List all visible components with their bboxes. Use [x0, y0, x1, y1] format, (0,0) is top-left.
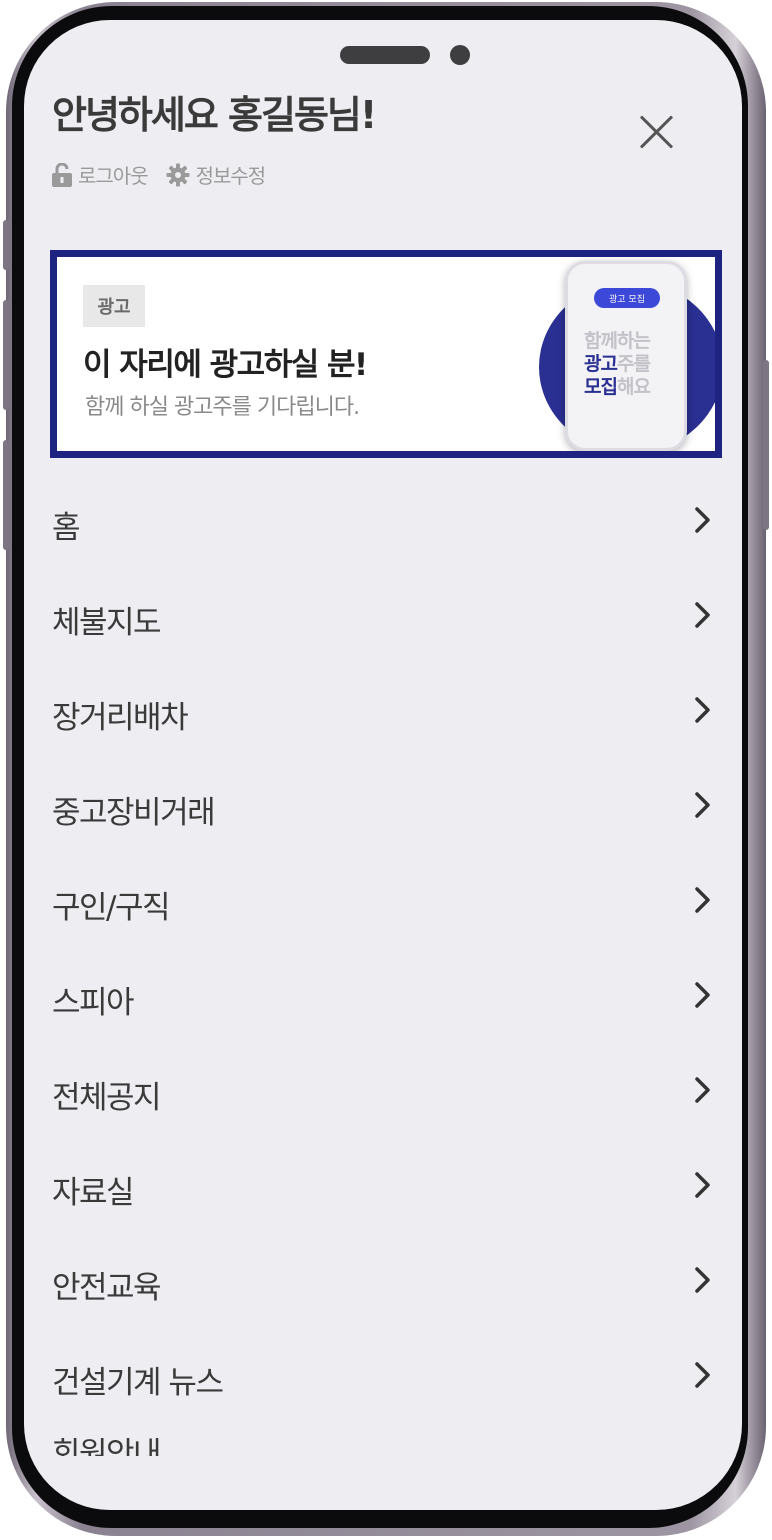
menu-item-label: 회원안내 [52, 1438, 162, 1456]
menu-item-jobs[interactable]: 구인/구직 [24, 852, 742, 947]
menu-item-wage-map[interactable]: 체불지도 [24, 567, 742, 662]
menu-item-label: 안전교육 [52, 1270, 162, 1306]
chevron-right-icon [695, 1077, 710, 1103]
ad-graphic-line3-dark: 모집 [584, 376, 618, 398]
menu-item-label: 체불지도 [52, 605, 162, 641]
menu-item-label: 전체공지 [52, 1080, 162, 1116]
menu-list: 홈 체불지도 장거리배차 중고장비거래 구인/구직 스피아 전체공지 자료실 안… [24, 472, 742, 1422]
chevron-right-icon [695, 1172, 710, 1198]
front-camera [450, 45, 470, 65]
menu-item-safety-education[interactable]: 안전교육 [24, 1232, 742, 1327]
ad-headline: 이 자리에 광고하실 분! [83, 347, 368, 383]
ad-graphic-line2-light: 주를 [616, 353, 651, 375]
ad-graphic-text: 함께하는 광고주를 모집해요 [584, 330, 651, 399]
menu-item-partial[interactable]: 회원안내 [52, 1438, 212, 1456]
menu-item-label: 중고장비거래 [52, 795, 216, 831]
menu-item-label: 홈 [52, 510, 81, 546]
ad-phone-illustration: 광고 모집 함께하는 광고주를 모집해요 [565, 261, 687, 451]
side-button [3, 300, 9, 410]
chevron-right-icon [695, 887, 710, 913]
ad-subtext: 함께 하실 광고주를 기다립니다. [85, 395, 360, 420]
menu-item-used-equipment[interactable]: 중고장비거래 [24, 757, 742, 852]
side-button [763, 360, 769, 530]
menu-item-label: 스피아 [52, 985, 135, 1021]
ad-graphic-line3-light: 해요 [616, 376, 651, 398]
edit-profile-button[interactable]: 정보수정 [166, 160, 266, 189]
side-button [3, 440, 9, 550]
greeting-title: 안녕하세요 홍길동님! [52, 93, 377, 137]
chevron-right-icon [695, 982, 710, 1008]
menu-item-label: 자료실 [52, 1175, 135, 1211]
menu-item-label: 건설기계 뉴스 [52, 1365, 224, 1401]
logout-button[interactable]: 로그아웃 [52, 160, 149, 189]
menu-item-notices[interactable]: 전체공지 [24, 1042, 742, 1137]
ad-graphic: 광고 모집 함께하는 광고주를 모집해요 [535, 257, 715, 451]
menu-item-spia[interactable]: 스피아 [24, 947, 742, 1042]
menu-item-long-distance-dispatch[interactable]: 장거리배차 [24, 662, 742, 757]
chevron-right-icon [695, 1267, 710, 1293]
chevron-right-icon [695, 697, 710, 723]
ad-graphic-line1: 함께하는 [584, 330, 651, 352]
close-icon[interactable] [634, 110, 678, 154]
ad-banner[interactable]: 광고 이 자리에 광고하실 분! 함께 하실 광고주를 기다립니다. 광고 모집… [50, 250, 722, 458]
side-button [3, 220, 9, 270]
speaker-grille [340, 46, 430, 64]
menu-item-label: 구인/구직 [52, 890, 171, 926]
chevron-right-icon [695, 1362, 710, 1388]
screen: 안녕하세요 홍길동님! 로그아웃 정보수정 광고 이 자리에 광고하실 분! 함… [24, 20, 742, 1510]
ad-pill: 광고 모집 [594, 288, 660, 308]
menu-item-archive[interactable]: 자료실 [24, 1137, 742, 1232]
chevron-right-icon [695, 792, 710, 818]
menu-item-home[interactable]: 홈 [24, 472, 742, 567]
menu-item-news[interactable]: 건설기계 뉴스 [24, 1327, 742, 1422]
ad-graphic-line2-dark: 광고 [584, 353, 618, 375]
chevron-right-icon [695, 507, 710, 533]
ad-badge: 광고 [83, 285, 145, 327]
logout-label: 로그아웃 [78, 164, 149, 188]
lock-open-icon [52, 162, 72, 187]
gear-icon [166, 163, 190, 186]
menu-item-label: 장거리배차 [52, 700, 189, 736]
edit-profile-label: 정보수정 [195, 164, 267, 188]
account-links: 로그아웃 정보수정 [52, 160, 283, 189]
chevron-right-icon [695, 602, 710, 628]
